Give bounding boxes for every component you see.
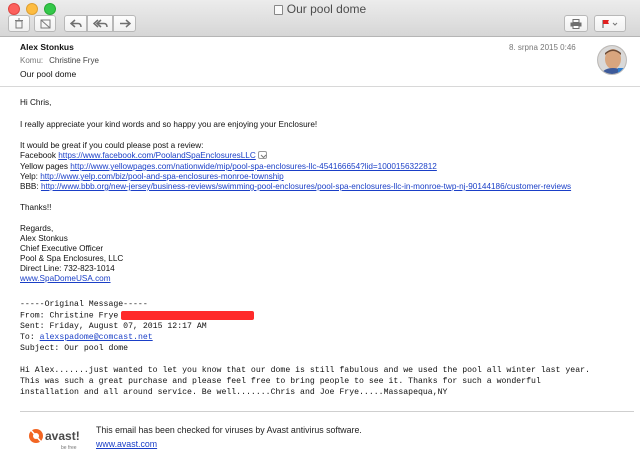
original-to: To: alexspadome@comcast.net bbox=[20, 333, 153, 343]
sender-name[interactable]: Alex Stonkus bbox=[20, 42, 74, 52]
yelp-link[interactable]: http://www.yelp.com/biz/pool-and-spa-enc… bbox=[40, 172, 283, 181]
reply-button[interactable] bbox=[64, 15, 87, 32]
review-bbb: BBB: http://www.bbb.org/new-jersey/busin… bbox=[20, 182, 571, 192]
message-date: 8. srpna 2015 0:46 bbox=[509, 43, 576, 52]
review-facebook: Facebook https://www.facebook.com/Poolan… bbox=[20, 150, 267, 161]
forward-button[interactable] bbox=[113, 15, 136, 32]
sig-role: Chief Executive Officer bbox=[20, 244, 104, 253]
original-subject: Subject: Our pool dome bbox=[20, 344, 129, 353]
original-sent: Sent: Friday, August 07, 2015 12:17 AM bbox=[20, 322, 207, 331]
review-intro: It would be great if you could please po… bbox=[20, 141, 204, 150]
trash-icon bbox=[15, 18, 23, 29]
header-divider bbox=[0, 86, 640, 87]
junk-icon bbox=[40, 19, 50, 28]
to-label: Komu: bbox=[20, 56, 44, 65]
sig-phone: Direct Line: 732-823-1014 bbox=[20, 264, 115, 273]
website-link[interactable]: www.SpaDomeUSA.com bbox=[20, 274, 111, 283]
review-yellowpages: Yellow pages http://www.yellowpages.com/… bbox=[20, 162, 437, 172]
sig-website: www.SpaDomeUSA.com bbox=[20, 274, 111, 284]
greeting: Hi Chris, bbox=[20, 98, 52, 107]
avast-logo-icon: avast! be free bbox=[29, 428, 80, 451]
original-to-label: To: bbox=[20, 333, 35, 342]
review-label: BBB: bbox=[20, 182, 39, 191]
reply-all-icon bbox=[92, 19, 108, 28]
bbb-link[interactable]: http://www.bbb.org/new-jersey/business-r… bbox=[41, 182, 571, 191]
forward-icon bbox=[119, 19, 131, 28]
original-separator: -----Original Message----- bbox=[20, 300, 148, 309]
window-title: Our pool dome bbox=[0, 2, 640, 16]
original-to-email-link[interactable]: alexspadome@comcast.net bbox=[40, 333, 153, 342]
avast-link[interactable]: www.avast.com bbox=[96, 439, 157, 449]
avast-logo: avast! be free bbox=[27, 424, 85, 454]
svg-text:avast!: avast! bbox=[45, 429, 80, 443]
print-button[interactable] bbox=[564, 15, 588, 32]
junk-button[interactable] bbox=[34, 15, 56, 32]
original-text-line-1: Hi Alex.......just wanted to let you kno… bbox=[20, 366, 590, 375]
flag-button[interactable] bbox=[594, 15, 626, 32]
redaction-bar bbox=[121, 311, 255, 320]
flag-icon bbox=[602, 19, 618, 28]
avast-divider bbox=[20, 411, 634, 412]
sender-avatar bbox=[597, 45, 627, 75]
original-from: From: Christine Frye bbox=[20, 311, 255, 322]
review-label: Yellow pages bbox=[20, 162, 68, 171]
title-bar: Our pool dome bbox=[0, 0, 640, 37]
printer-icon bbox=[570, 18, 582, 29]
avast-message: This email has been checked for viruses … bbox=[96, 425, 362, 435]
sig-company: Pool & Spa Enclosures, LLC bbox=[20, 254, 124, 263]
facebook-link[interactable]: https://www.facebook.com/PoolandSpaEnclo… bbox=[58, 151, 256, 160]
link-menu-chevron-icon[interactable] bbox=[257, 150, 267, 159]
yellowpages-link[interactable]: http://www.yellowpages.com/nationwide/mi… bbox=[70, 162, 437, 171]
original-text-line-3: installation and all around service. Be … bbox=[20, 388, 448, 397]
message-header: Alex Stonkus Komu: Christine Frye Our poo… bbox=[0, 37, 640, 83]
body-line-1: I really appreciate your kind words and … bbox=[20, 120, 318, 129]
document-icon bbox=[273, 4, 283, 15]
message-subject: Our pool dome bbox=[20, 69, 77, 79]
recipient-line: Komu: Christine Frye bbox=[20, 56, 99, 65]
original-text-line-2: This was such a great purchase and pleas… bbox=[20, 377, 541, 386]
reply-icon bbox=[69, 19, 82, 28]
recipient-name[interactable]: Christine Frye bbox=[49, 56, 99, 65]
review-label: Facebook bbox=[20, 151, 56, 160]
review-label: Yelp: bbox=[20, 172, 38, 181]
delete-button[interactable] bbox=[8, 15, 30, 32]
thanks-line: Thanks!! bbox=[20, 203, 52, 212]
reply-all-button[interactable] bbox=[87, 15, 113, 32]
original-from-text: From: Christine Frye bbox=[20, 311, 119, 321]
window-title-text: Our pool dome bbox=[286, 2, 367, 16]
review-yelp: Yelp: http://www.yelp.com/biz/pool-and-s… bbox=[20, 172, 284, 182]
svg-text:be free: be free bbox=[61, 445, 77, 451]
sig-name: Alex Stonkus bbox=[20, 234, 68, 243]
sig-regards: Regards, bbox=[20, 224, 54, 233]
